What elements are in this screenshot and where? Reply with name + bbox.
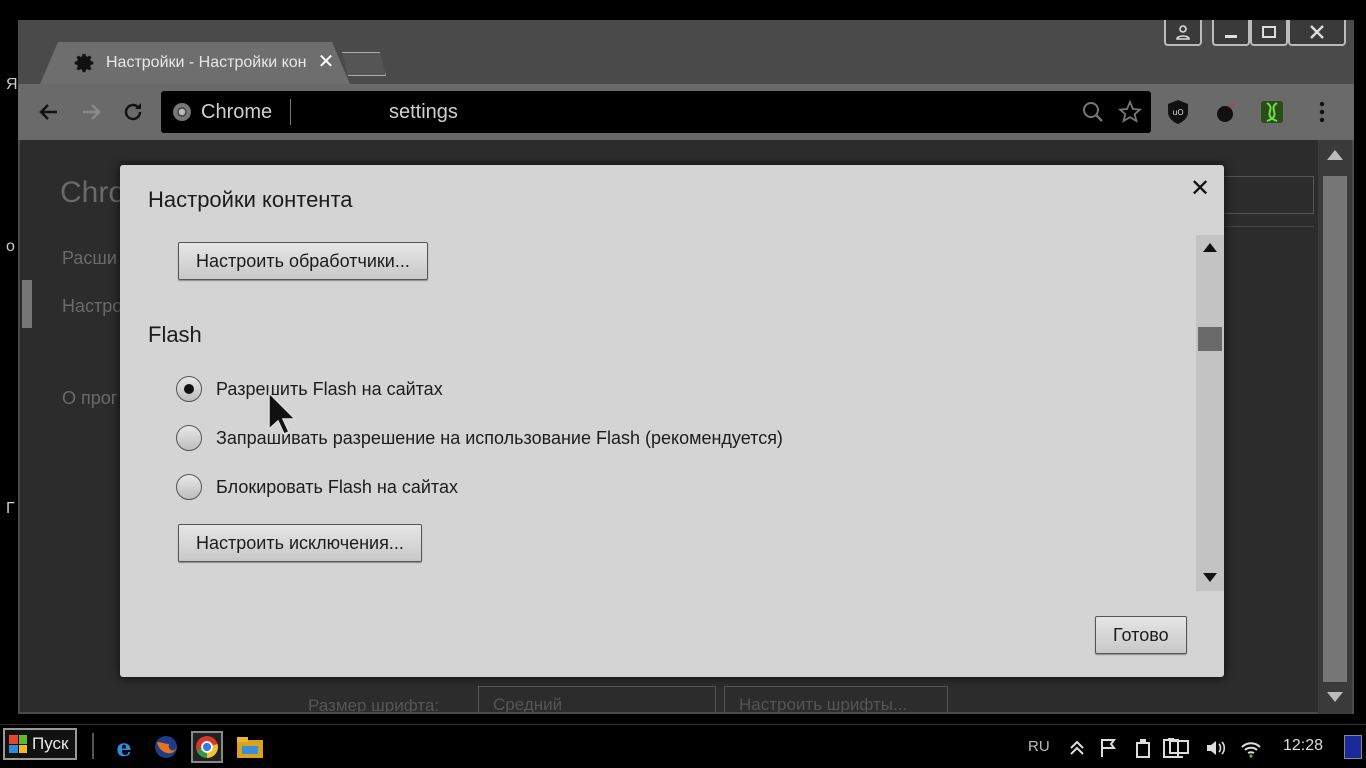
- scroll-down-arrow[interactable]: [1327, 692, 1343, 702]
- taskbar-separator: [92, 733, 94, 759]
- action-center-flag-icon[interactable]: [1098, 737, 1120, 759]
- ie-icon: e: [116, 734, 131, 760]
- font-size-select[interactable]: Средний: [478, 686, 716, 712]
- done-button[interactable]: Готово: [1095, 616, 1187, 654]
- omnibox-separator: [290, 99, 291, 125]
- taskbar: Пуск e RU 12:28: [0, 724, 1366, 768]
- svg-text:uO: uO: [1172, 108, 1183, 117]
- dialog-close-icon[interactable]: ✕: [1188, 177, 1212, 201]
- start-label: Пуск: [32, 734, 69, 753]
- explorer-icon: [237, 737, 263, 758]
- ublock-extension[interactable]: uO: [1164, 98, 1192, 126]
- minimize-icon: [1225, 35, 1237, 38]
- omnibox[interactable]: Chrome settings: [161, 91, 1151, 133]
- close-icon: [1310, 25, 1324, 39]
- omnibox-url[interactable]: settings: [389, 101, 458, 124]
- wifi-icon[interactable]: [1240, 737, 1262, 759]
- taskbar-ie[interactable]: e: [108, 731, 140, 763]
- dialog-scrollbar[interactable]: [1196, 235, 1224, 591]
- volume-icon[interactable]: [1204, 737, 1226, 759]
- minimize-button[interactable]: [1212, 20, 1250, 46]
- shield-icon: uO: [1168, 100, 1188, 124]
- forward-arrow-icon: [83, 104, 101, 120]
- clock[interactable]: 12:28: [1283, 737, 1323, 755]
- forward-button[interactable]: [75, 96, 107, 128]
- reload-button[interactable]: [117, 96, 149, 128]
- manage-handlers-button[interactable]: Настроить обработчики...: [178, 242, 428, 280]
- radio-label: Запрашивать разрешение на использование …: [216, 427, 783, 448]
- account-icon: [1176, 25, 1190, 40]
- usb-device-icon[interactable]: [1132, 737, 1154, 759]
- firefox-icon: [155, 736, 177, 758]
- menu-button[interactable]: [1308, 98, 1336, 126]
- font-size-label: Размер шрифта:: [308, 696, 440, 712]
- tab-settings[interactable]: Настройки - Настройки контента ✕: [40, 42, 350, 84]
- back-arrow-icon: [39, 104, 57, 120]
- settings-search-input[interactable]: [1210, 176, 1314, 214]
- reload-icon: [124, 103, 142, 121]
- dialog-scroll-thumb[interactable]: [1198, 327, 1222, 351]
- network-monitor-icon[interactable]: [1168, 737, 1190, 759]
- show-hidden-icons-icon[interactable]: [1066, 737, 1088, 759]
- mouse-cursor-icon: [268, 392, 297, 435]
- restore-icon: [1262, 26, 1276, 38]
- desktop-letter: о: [6, 238, 15, 255]
- dna-icon: [1261, 101, 1283, 123]
- scroll-up-arrow[interactable]: [1327, 150, 1343, 160]
- window-close-button[interactable]: [1288, 20, 1346, 46]
- tab-title: Настройки - Настройки контента: [106, 54, 306, 71]
- nav-item-extensions[interactable]: Расши: [62, 248, 117, 269]
- svg-text:e: e: [116, 734, 131, 760]
- taskbar-explorer[interactable]: [234, 731, 266, 763]
- omnibox-chip-label: Chrome: [201, 101, 273, 123]
- back-button[interactable]: [33, 96, 65, 128]
- radio-allow-flash[interactable]: Разрешить Flash на сайтах: [176, 375, 443, 403]
- page-scroll-thumb[interactable]: [1323, 176, 1347, 682]
- nav-active-indicator: [22, 280, 32, 328]
- dialog-title: Настройки контента: [148, 187, 353, 212]
- bomb-icon: [1217, 103, 1234, 122]
- taskbar-chrome[interactable]: [191, 731, 223, 763]
- taskbar-firefox[interactable]: [150, 731, 182, 763]
- restore-button[interactable]: [1250, 20, 1288, 46]
- radio-button[interactable]: [176, 425, 202, 451]
- desktop-letter: Я: [6, 76, 18, 93]
- radio-block-flash[interactable]: Блокировать Flash на сайтах: [176, 473, 458, 501]
- language-indicator[interactable]: RU: [1028, 738, 1050, 755]
- kebab-menu-icon: [1319, 101, 1325, 123]
- start-button[interactable]: Пуск: [3, 728, 77, 760]
- radio-button[interactable]: [176, 376, 202, 402]
- customize-fonts-button[interactable]: Настроить шрифты...: [724, 686, 948, 712]
- page-title: Chro: [60, 176, 126, 209]
- flash-section-title: Flash: [148, 322, 202, 347]
- radio-button[interactable]: [176, 474, 202, 500]
- account-button[interactable]: [1164, 20, 1202, 46]
- nav-item-settings[interactable]: Настро: [62, 296, 122, 317]
- manage-exceptions-button[interactable]: Настроить исключения...: [178, 524, 422, 562]
- scroll-down-arrow[interactable]: [1203, 573, 1217, 582]
- zoom-icon[interactable]: [1081, 100, 1105, 124]
- nav-item-about[interactable]: О прог: [62, 388, 117, 409]
- windows-logo-icon: [9, 735, 27, 753]
- gear-icon: [74, 53, 94, 73]
- toolbar: Chrome settings uO: [18, 84, 1354, 140]
- scroll-up-arrow[interactable]: [1203, 243, 1217, 252]
- radio-label: Блокировать Flash на сайтах: [216, 476, 458, 497]
- show-desktop-button[interactable]: [1344, 735, 1362, 759]
- bookmark-star-icon[interactable]: [1118, 100, 1142, 124]
- chrome-icon: [196, 736, 218, 758]
- desktop-letter: Г: [6, 500, 15, 517]
- radio-label: Разрешить Flash на сайтах: [216, 378, 443, 399]
- tab-close-icon[interactable]: ✕: [316, 52, 336, 72]
- divider: [1210, 226, 1314, 227]
- page-scrollbar[interactable]: [1318, 140, 1352, 714]
- green-extension[interactable]: [1258, 98, 1286, 126]
- tab-strip: Настройки - Настройки контента ✕: [18, 20, 1354, 84]
- chrome-chip-icon: [173, 103, 191, 121]
- bomb-extension[interactable]: [1212, 98, 1240, 126]
